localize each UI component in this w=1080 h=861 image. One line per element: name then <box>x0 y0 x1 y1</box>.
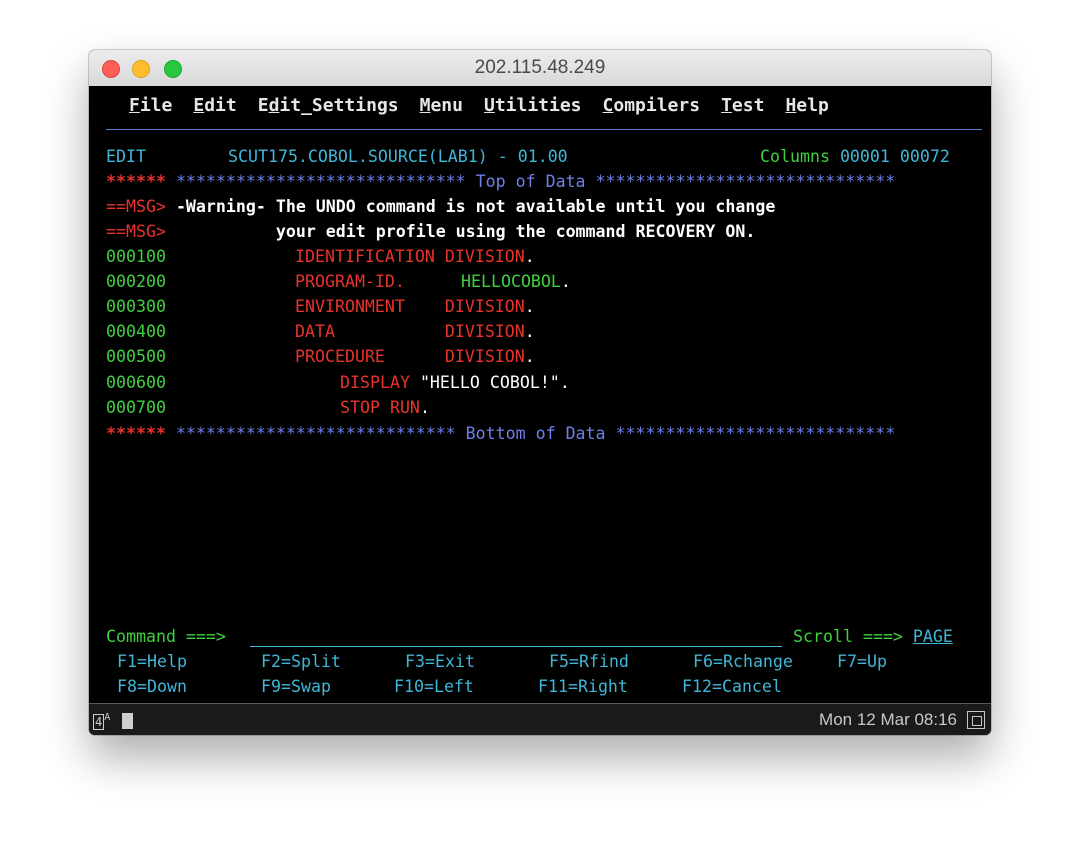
lock-glyph: A <box>104 712 111 723</box>
columns-label: Columns <box>760 147 830 166</box>
terminal-screen[interactable]: File Edit Edit_Settings Menu Utilities Compil… <box>89 86 991 703</box>
menu-utilities[interactable]: Utilities <box>484 95 582 116</box>
fkey-swap[interactable]: F9=Swap <box>261 674 331 699</box>
source-code: PROGRAM-ID. <box>295 272 405 291</box>
ispf-menu-bar: File Edit Edit_Settings Menu Utilities Compil… <box>129 95 850 116</box>
source-period: . <box>559 373 570 392</box>
source-code: PROCEDURE DIVISION <box>295 347 525 366</box>
source-period: . <box>524 247 535 266</box>
terminal-window: 202.115.48.249 File Edit Edit_Settings Menu… <box>89 50 991 735</box>
message-line: ==MSG> your edit profile using the comma… <box>106 219 755 244</box>
msg-prefix: ==MSG> <box>106 222 166 241</box>
fkey-split[interactable]: F2=Split <box>261 649 341 674</box>
line-number[interactable]: 000300 <box>106 297 166 316</box>
source-period: . <box>560 272 571 291</box>
source-code: STOP RUN <box>340 398 420 417</box>
source-line[interactable]: 000500 <box>106 344 166 369</box>
menu-edit-settings[interactable]: Edit_Settings <box>258 95 399 116</box>
source-string: "HELLO COBOL!" <box>419 373 560 392</box>
menu-separator <box>106 129 982 130</box>
source-text[interactable]: STOP RUN. <box>340 395 430 420</box>
source-line[interactable]: 000300 <box>106 294 166 319</box>
top-of-data-prefix: ****** <box>106 172 166 191</box>
menu-edit[interactable]: Edit <box>193 95 236 116</box>
cursor-block <box>122 713 133 729</box>
fkey-rchange[interactable]: F6=Rchange <box>693 649 793 674</box>
source-period: . <box>419 398 430 417</box>
scroll-row: Scroll ===> PAGE <box>793 624 953 649</box>
fkey-exit[interactable]: F3=Exit <box>405 649 475 674</box>
session-number: 4 <box>93 713 105 730</box>
source-code: ENVIRONMENT DIVISION <box>295 297 525 316</box>
fkey-left[interactable]: F10=Left <box>394 674 474 699</box>
mode-label: EDIT <box>106 147 146 166</box>
scroll-amount-field[interactable]: PAGE <box>913 627 953 646</box>
bottom-of-data-text: **************************** Bottom of D… <box>165 424 896 443</box>
fkey-cancel[interactable]: F12=Cancel <box>682 674 782 699</box>
line-number[interactable]: 000100 <box>106 247 166 266</box>
source-text[interactable]: IDENTIFICATION DIVISION. <box>295 244 535 269</box>
source-text[interactable]: PROCEDURE DIVISION. <box>295 344 535 369</box>
source-code: HELLOCOBOL <box>461 272 561 291</box>
line-number[interactable]: 000200 <box>106 272 166 291</box>
source-text[interactable]: DATA DIVISION. <box>295 319 535 344</box>
source-period: . <box>524 347 535 366</box>
scroll-label: Scroll ===> <box>793 627 903 646</box>
source-line[interactable]: 000200 <box>106 269 166 294</box>
source-line[interactable]: 000700 <box>106 395 166 420</box>
source-text[interactable]: ENVIRONMENT DIVISION. <box>295 294 535 319</box>
line-number[interactable]: 000400 <box>106 322 166 341</box>
menu-test[interactable]: Test <box>721 95 764 116</box>
source-code: IDENTIFICATION DIVISION <box>295 247 525 266</box>
source-text[interactable]: PROGRAM-ID. <box>295 269 405 294</box>
bottom-of-data-prefix: ****** <box>106 424 166 443</box>
window-resize-icon[interactable] <box>967 711 985 729</box>
msg-prefix: ==MSG> <box>106 197 166 216</box>
menu-help[interactable]: Help <box>785 95 828 116</box>
source-text[interactable]: HELLOCOBOL. <box>461 269 571 294</box>
top-of-data-line: ****** ***************************** Top… <box>106 169 895 194</box>
source-code: DISPLAY <box>340 373 410 392</box>
columns-start: 00001 <box>839 147 890 166</box>
bottom-of-data-line: ****** **************************** Bott… <box>106 421 895 446</box>
menu-compilers[interactable]: Compilers <box>603 95 701 116</box>
line-number[interactable]: 000500 <box>106 347 166 366</box>
message-line: ==MSG> -Warning- The UNDO command is not… <box>106 194 775 219</box>
fkey-help[interactable]: F1=Help <box>117 649 187 674</box>
session-indicator: 4A <box>93 712 110 730</box>
window-title: 202.115.48.249 <box>474 57 606 78</box>
line-number[interactable]: 000600 <box>106 373 166 392</box>
columns-end: 00072 <box>899 147 950 166</box>
source-line[interactable]: 000400 <box>106 319 166 344</box>
columns-row: Columns 00001 00072 <box>760 144 950 169</box>
fkey-right[interactable]: F11=Right <box>538 674 628 699</box>
command-row: Command ===> <box>106 624 226 649</box>
msg-text: -Warning- The UNDO command is not availa… <box>165 197 776 216</box>
command-label: Command ===> <box>106 627 226 646</box>
source-line[interactable]: 000100 <box>106 244 166 269</box>
source-code: DATA DIVISION <box>295 322 525 341</box>
source-line[interactable]: 000600 <box>106 370 166 395</box>
source-period: . <box>524 322 535 341</box>
dataset-row: SCUT175.COBOL.SOURCE(LAB1) - 01.00 <box>228 144 568 169</box>
dataset-name: SCUT175.COBOL.SOURCE(LAB1) - 01.00 <box>228 147 568 166</box>
clock: Mon 12 Mar 08:16 <box>819 710 957 729</box>
command-input-underline <box>250 646 782 647</box>
menu-menu[interactable]: Menu <box>420 95 463 116</box>
top-of-data-text: ***************************** Top of Dat… <box>165 172 896 191</box>
fkey-up[interactable]: F7=Up <box>837 649 887 674</box>
edit-header: EDIT <box>106 144 146 169</box>
fkey-rfind[interactable]: F5=Rfind <box>549 649 629 674</box>
fkey-down[interactable]: F8=Down <box>117 674 187 699</box>
source-period: . <box>524 297 535 316</box>
source-text[interactable]: DISPLAY "HELLO COBOL!". <box>340 370 570 395</box>
title-bar[interactable]: 202.115.48.249 <box>89 50 991 87</box>
terminal-status-bar: 4A Mon 12 Mar 08:16 <box>89 703 991 735</box>
line-number[interactable]: 000700 <box>106 398 166 417</box>
menu-file[interactable]: File <box>129 95 172 116</box>
msg-text: your edit profile using the command RECO… <box>165 222 756 241</box>
